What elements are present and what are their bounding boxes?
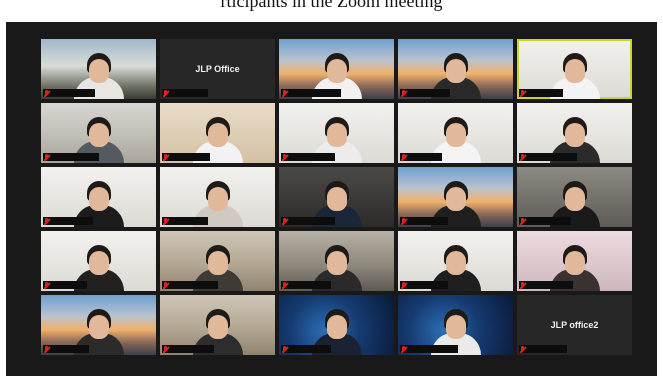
muted-mic-icon — [162, 89, 169, 97]
participant-name-bar — [519, 345, 567, 353]
participant-tile[interactable] — [517, 167, 632, 227]
participant-tile[interactable] — [279, 295, 394, 355]
participant-name-bar — [43, 89, 95, 97]
muted-mic-icon — [162, 345, 169, 353]
muted-mic-icon — [400, 89, 407, 97]
muted-mic-icon — [162, 217, 169, 225]
muted-mic-icon — [162, 153, 169, 161]
muted-mic-icon — [281, 89, 288, 97]
participant-tile[interactable] — [517, 231, 632, 291]
muted-mic-icon — [519, 217, 526, 225]
participant-name-bar — [281, 217, 335, 225]
muted-mic-icon — [400, 281, 407, 289]
participant-name-bar — [43, 153, 99, 161]
participant-name-bar — [519, 153, 577, 161]
muted-mic-icon — [400, 153, 407, 161]
participant-tile[interactable] — [41, 231, 156, 291]
muted-mic-icon — [400, 345, 407, 353]
participant-name-bar — [162, 153, 210, 161]
participant-name-label: JLP Office — [195, 64, 240, 74]
muted-mic-icon — [281, 345, 288, 353]
participant-tile[interactable] — [398, 103, 513, 163]
participant-name-bar — [400, 153, 442, 161]
participant-tile[interactable]: JLP Office — [160, 39, 275, 99]
participant-name-bar — [162, 89, 208, 97]
muted-mic-icon — [43, 281, 50, 289]
participant-tile[interactable] — [398, 295, 513, 355]
participant-tile[interactable] — [279, 167, 394, 227]
participant-name-bar — [400, 89, 450, 97]
participant-tile[interactable] — [160, 103, 275, 163]
participant-name-bar — [162, 281, 218, 289]
participant-tile[interactable] — [160, 231, 275, 291]
participant-name-bar — [400, 217, 448, 225]
participant-tile[interactable] — [160, 167, 275, 227]
participant-tile[interactable] — [517, 39, 632, 99]
participant-tile[interactable] — [398, 231, 513, 291]
muted-mic-icon — [400, 217, 407, 225]
participant-name-bar — [400, 345, 458, 353]
participant-tile[interactable]: JLP office2 — [517, 295, 632, 355]
participant-name-bar — [43, 345, 89, 353]
participant-name-bar — [400, 281, 448, 289]
muted-mic-icon — [519, 281, 526, 289]
muted-mic-icon — [162, 281, 169, 289]
participant-tile[interactable] — [41, 39, 156, 99]
participant-tile[interactable] — [279, 39, 394, 99]
participant-tile[interactable] — [279, 103, 394, 163]
participant-tile[interactable] — [41, 167, 156, 227]
muted-mic-icon — [43, 89, 50, 97]
participant-tile[interactable] — [41, 295, 156, 355]
muted-mic-icon — [281, 153, 288, 161]
participant-tile[interactable] — [398, 167, 513, 227]
zoom-gallery-window: JLP Office JLP office2 — [6, 22, 657, 376]
participant-tile[interactable] — [160, 295, 275, 355]
participant-tile[interactable] — [41, 103, 156, 163]
caption-strip: rticipants in the Zoom meeting — [0, 0, 663, 22]
muted-mic-icon — [43, 153, 50, 161]
participant-name-label: JLP office2 — [550, 320, 599, 330]
muted-mic-icon — [281, 281, 288, 289]
participant-name-bar — [43, 281, 87, 289]
participant-name-bar — [519, 89, 563, 97]
muted-mic-icon — [43, 345, 50, 353]
participant-name-bar — [519, 281, 573, 289]
muted-mic-icon — [43, 217, 50, 225]
participant-name-bar — [281, 281, 331, 289]
muted-mic-icon — [519, 345, 526, 353]
muted-mic-icon — [281, 217, 288, 225]
participant-tile[interactable] — [279, 231, 394, 291]
participant-name-bar — [281, 89, 341, 97]
participant-name-bar — [162, 345, 214, 353]
participant-name-bar — [281, 153, 335, 161]
participant-name-bar — [43, 217, 93, 225]
participant-grid: JLP Office JLP office2 — [41, 39, 632, 355]
participant-tile[interactable] — [398, 39, 513, 99]
participant-name-bar — [519, 217, 571, 225]
participant-name-bar — [162, 217, 208, 225]
caption-text: rticipants in the Zoom meeting — [220, 0, 443, 11]
muted-mic-icon — [519, 89, 526, 97]
participant-tile[interactable] — [517, 103, 632, 163]
participant-name-bar — [281, 345, 331, 353]
muted-mic-icon — [519, 153, 526, 161]
